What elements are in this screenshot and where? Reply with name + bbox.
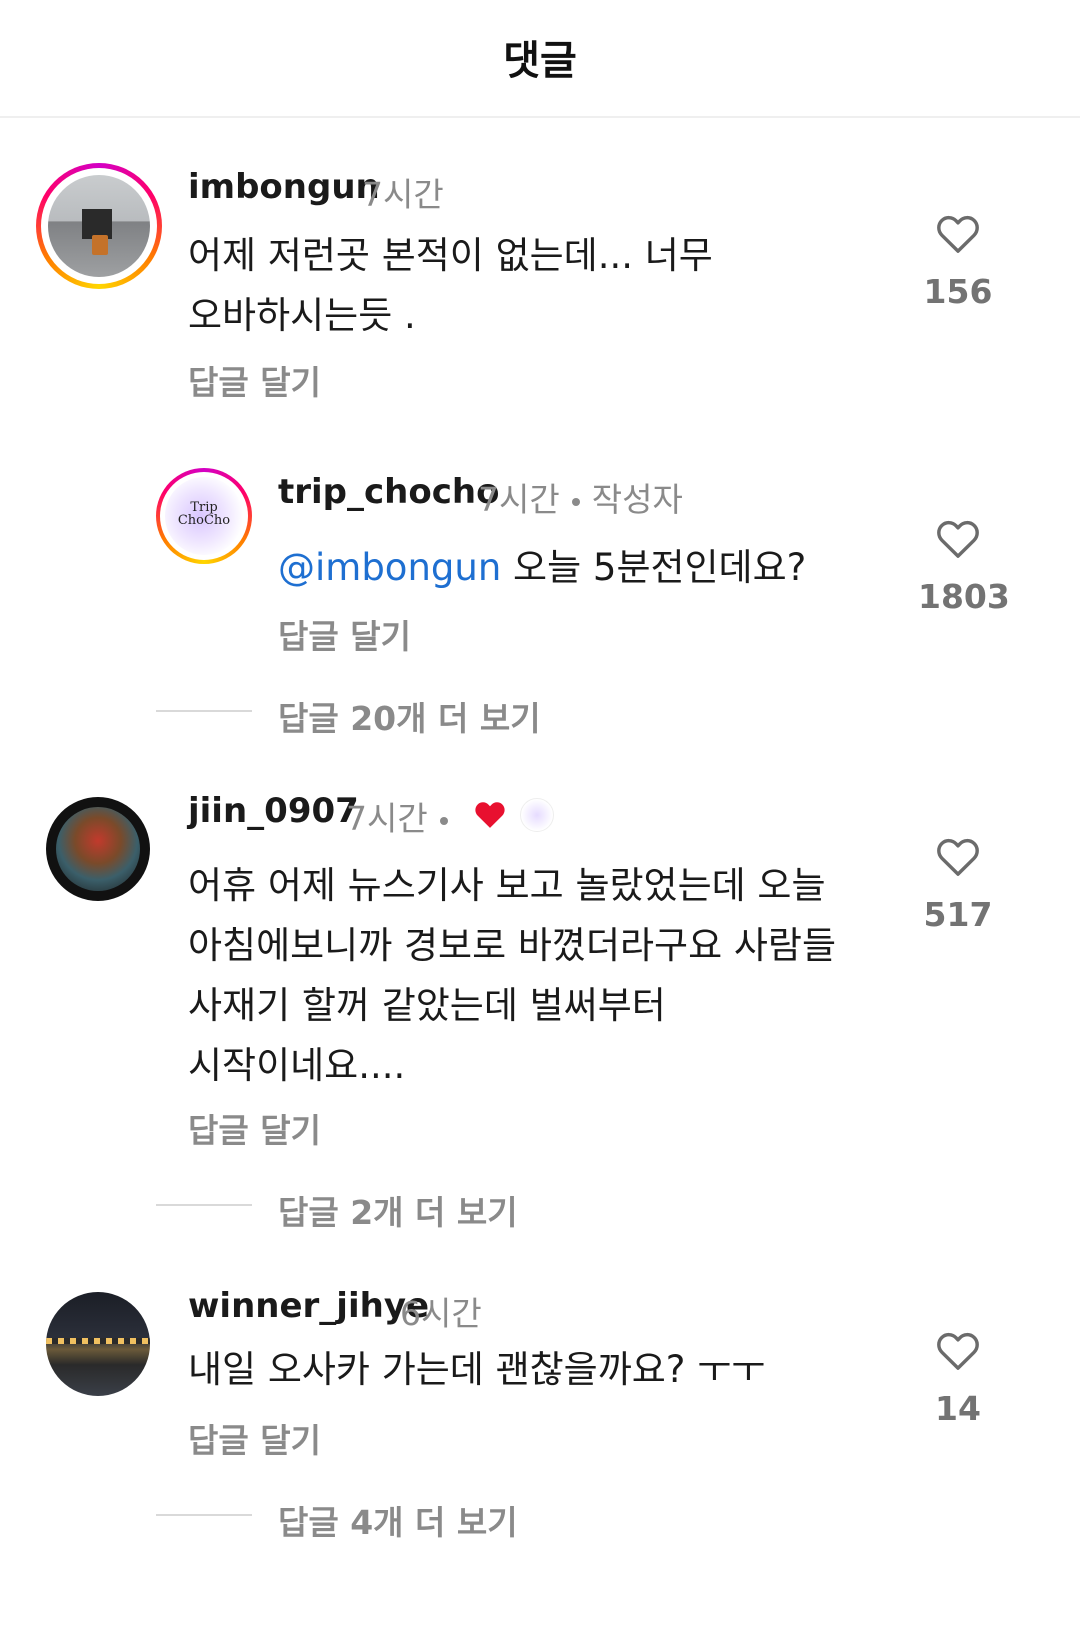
- comment-text: 어휴 어제 뉴스기사 보고 놀랐었는데 오늘 아침에보니까 경보로 바꼈더라구요…: [188, 856, 836, 1096]
- page-title: 댓글: [503, 38, 577, 84]
- timestamp: 7시간: [346, 792, 460, 840]
- divider: [156, 1204, 252, 1206]
- comment-line: 어휴 어제 뉴스기사 보고 놀랐었는데 오늘: [188, 864, 826, 907]
- like-button[interactable]: 517: [918, 835, 998, 934]
- reply-button[interactable]: 답글 달기: [278, 610, 411, 658]
- comment-line: 사재기 할꺼 같았는데 벌써부터: [188, 984, 666, 1027]
- comment-line: 내일 오사카 가는데 괜찮을까요? ㅜㅜ: [188, 1348, 766, 1391]
- comment-text: 어제 저런곳 본적이 없는데... 너무 오바하시는듯 .: [188, 226, 713, 346]
- comment-line: 아침에보니까 경보로 바꼈더라구요 사람들: [188, 924, 837, 967]
- username[interactable]: winner_jihye: [188, 1286, 429, 1326]
- separator-dot: [439, 816, 448, 825]
- avatar[interactable]: Trip ChoCho: [165, 477, 243, 555]
- timestamp: 7시간: [362, 175, 444, 214]
- like-button[interactable]: 14: [918, 1329, 998, 1428]
- heart-outline-icon: [937, 215, 979, 253]
- reply-button[interactable]: 답글 달기: [188, 356, 321, 404]
- comment-line: 오바하시는듯 .: [188, 294, 416, 337]
- reply-button[interactable]: 답글 달기: [188, 1414, 321, 1462]
- timestamp-with-badge: 7시간 작성자: [478, 480, 683, 519]
- avatar[interactable]: [46, 797, 150, 901]
- reply-button[interactable]: 답글 달기: [188, 1104, 321, 1152]
- like-button[interactable]: 1803: [918, 517, 1010, 616]
- avatar-logo-text: Trip ChoCho: [177, 500, 231, 528]
- comment-text: 내일 오사카 가는데 괜찮을까요? ㅜㅜ: [188, 1340, 765, 1400]
- comment-line: 시작이네요....: [188, 1044, 406, 1087]
- like-count: 14: [935, 1389, 981, 1428]
- heart-outline-icon: [937, 520, 979, 558]
- mention-link[interactable]: @imbongun: [278, 546, 501, 589]
- view-more-replies-button[interactable]: 답글 4개 더 보기: [278, 1496, 518, 1544]
- divider: [156, 710, 252, 712]
- username[interactable]: jiin_0907: [188, 791, 359, 831]
- username[interactable]: imbongun: [188, 167, 380, 207]
- header: 댓글: [0, 0, 1080, 118]
- like-count: 156: [923, 272, 993, 311]
- author-badge: 작성자: [591, 480, 683, 519]
- heart-outline-icon: [937, 1332, 979, 1370]
- comment-text: @imbongun 오늘 5분전인데요?: [278, 546, 807, 589]
- creator-avatar-mini: [520, 798, 554, 832]
- comment-line: 어제 저런곳 본적이 없는데... 너무: [188, 234, 713, 277]
- creator-liked-heart-icon: [475, 802, 505, 828]
- heart-outline-icon: [937, 838, 979, 876]
- view-more-replies-button[interactable]: 답글 2개 더 보기: [278, 1186, 518, 1234]
- avatar[interactable]: [48, 175, 150, 277]
- avatar[interactable]: [46, 1292, 150, 1396]
- timestamp: 6시간: [400, 1294, 482, 1333]
- like-count: 1803: [918, 577, 1010, 616]
- like-count: 517: [923, 895, 993, 934]
- separator-dot: [571, 497, 580, 506]
- username[interactable]: trip_chocho: [278, 472, 499, 512]
- divider: [156, 1514, 252, 1516]
- view-more-replies-button[interactable]: 답글 20개 더 보기: [278, 692, 541, 740]
- like-button[interactable]: 156: [918, 212, 998, 311]
